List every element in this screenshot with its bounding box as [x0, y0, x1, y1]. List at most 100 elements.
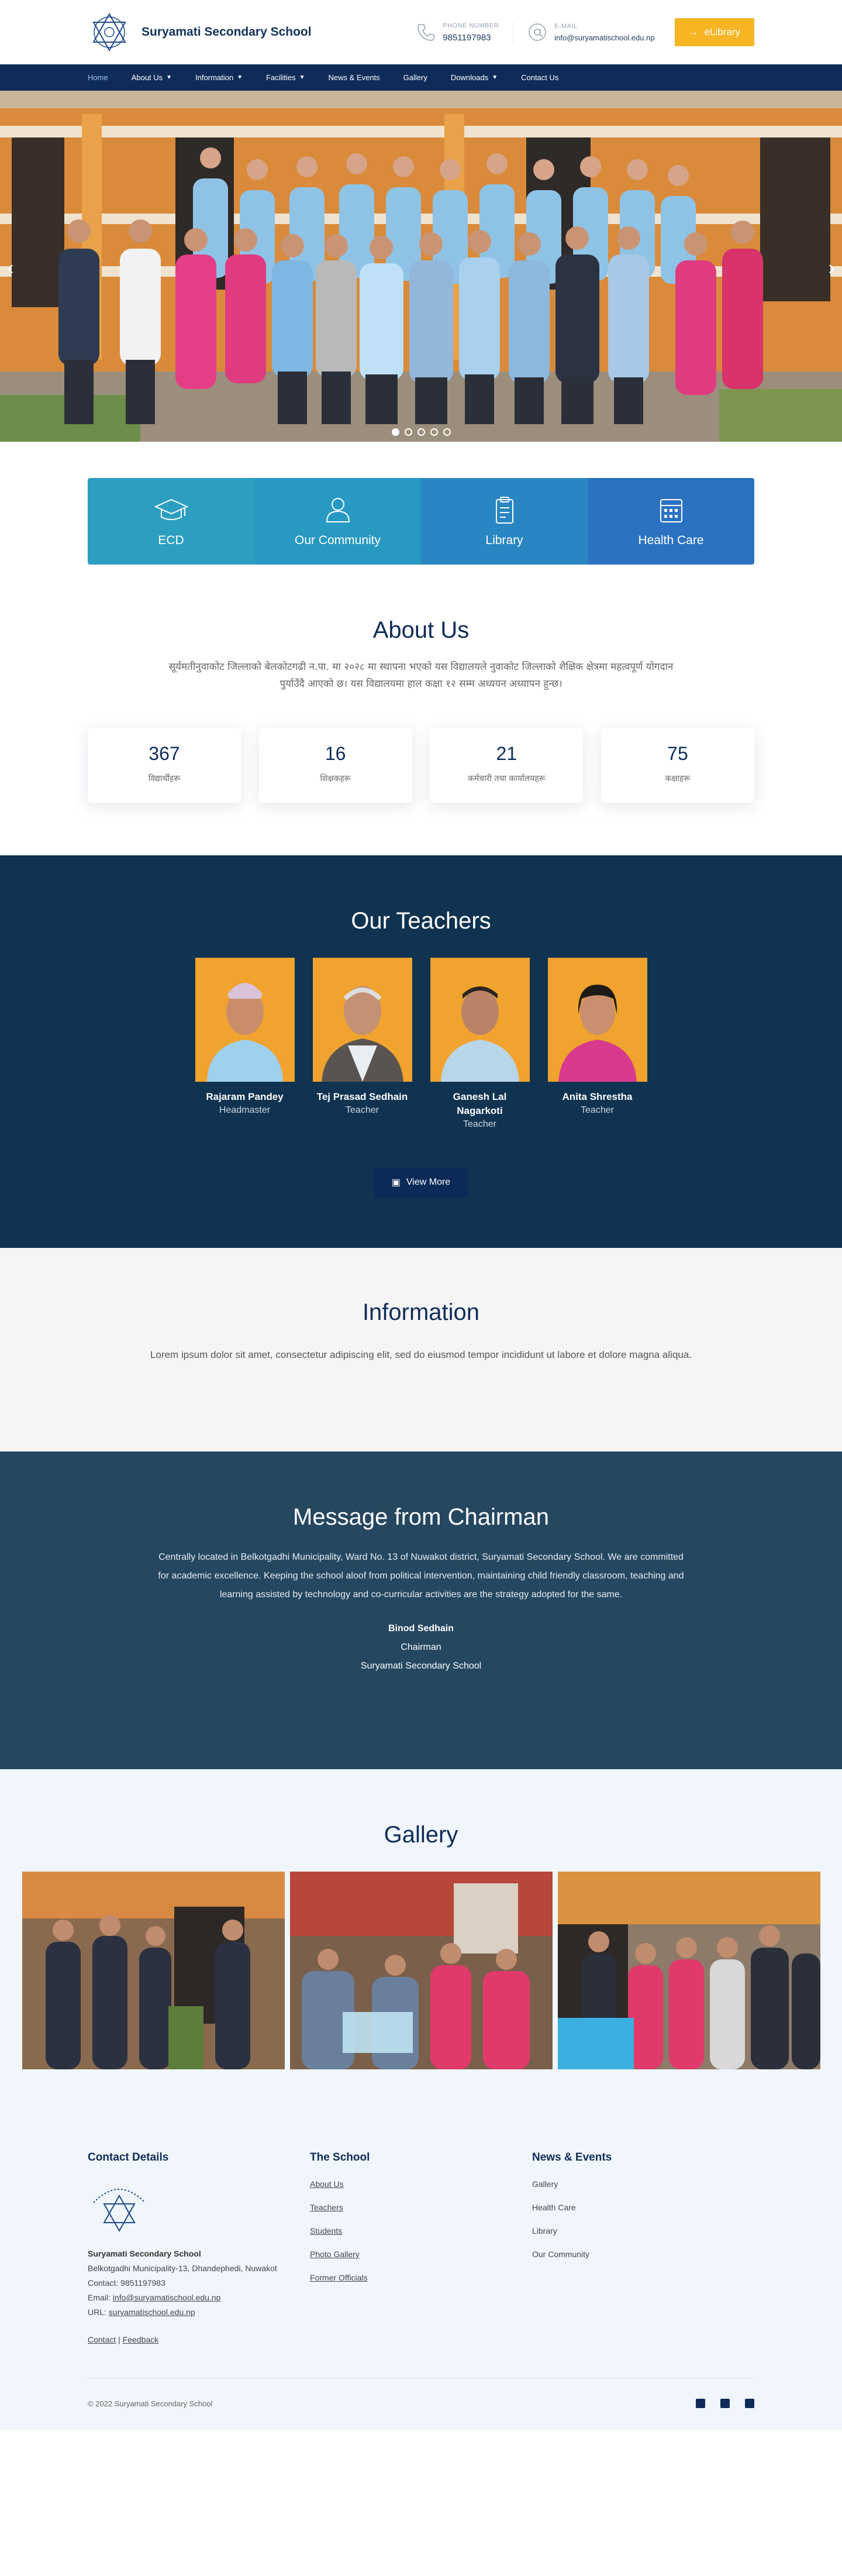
teacher-photo [195, 958, 295, 1082]
email-address[interactable]: info@suryamatischool.edu.np [554, 33, 654, 42]
stat-card: 16 शिक्षकहरू [258, 728, 412, 803]
stat-card: 21 कर्मचारी तथा कार्यालयहरू [430, 728, 584, 803]
phone-icon [417, 24, 435, 41]
nav-contact-us[interactable]: Contact Us [521, 73, 558, 82]
caret-down-icon: ▼ [299, 74, 305, 81]
nav-facilities[interactable]: Facilities ▼ [266, 73, 305, 82]
slider-dot[interactable] [404, 428, 412, 436]
nav-information[interactable]: Information ▼ [195, 73, 243, 82]
footer-news-title: News & Events [532, 2151, 612, 2164]
footer-contact-title: Contact Details [88, 2151, 169, 2164]
caret-down-icon: ▼ [237, 74, 243, 81]
nav-downloads[interactable]: Downloads ▼ [451, 73, 498, 82]
gallery-image[interactable] [557, 1872, 820, 2069]
slider-dot[interactable] [417, 428, 425, 436]
nav-about-us[interactable]: About Us ▼ [132, 73, 172, 82]
teacher-name: Ganesh Lal Nagarkoti [453, 1091, 507, 1116]
footer-url-link[interactable]: suryamatischool.edu.np [109, 2307, 195, 2317]
footer-feedback-link[interactable]: Feedback [123, 2335, 158, 2344]
teacher-card[interactable]: Rajaram Pandey Headmaster [195, 958, 295, 1130]
site-header: Suryamati Secondary School PHONE NUMBER … [0, 0, 842, 64]
chairman-org: Suryamati Secondary School [360, 1661, 482, 1671]
feature-health-care[interactable]: Health Care [588, 478, 754, 565]
main-nav: Home About Us ▼ Information ▼ Facilities ▼ … [0, 64, 842, 91]
slider-dot[interactable] [430, 428, 438, 436]
arrow-right-icon: → [688, 26, 699, 37]
footer-link-former-officials[interactable]: Former Officials [310, 2273, 532, 2282]
social-links [696, 2399, 754, 2408]
footer-quick-links: Contact | Feedback [88, 2335, 159, 2344]
footer-link-about-us[interactable]: About Us [310, 2179, 532, 2189]
footer-link-teachers[interactable]: Teachers [310, 2203, 532, 2212]
about-title: About Us [372, 617, 470, 643]
stat-label: कक्षाहरू [665, 774, 691, 783]
teacher-photo [430, 958, 530, 1082]
stat-value: 21 [496, 743, 517, 764]
clipboard-icon [495, 497, 513, 524]
elibrary-button[interactable]: → eLibrary [674, 18, 754, 46]
school-name: Suryamati Secondary School [142, 25, 312, 39]
footer-email: Email: info@suryamatischool.edu.np [88, 2293, 221, 2302]
slider-dot[interactable] [391, 428, 399, 436]
footer-contact-link[interactable]: Contact [88, 2335, 116, 2344]
teacher-role: Headmaster [219, 1105, 271, 1115]
chairman-message-section: Message from Chairman Centrally located … [0, 1452, 842, 1769]
feature-library[interactable]: Library [421, 478, 588, 565]
footer-contact-column: Contact Details Suryamati Secondary Scho… [88, 2151, 310, 2344]
view-more-button[interactable]: ▣ View More [374, 1167, 468, 1198]
teachers-title: Our Teachers [351, 908, 491, 934]
footer-school-name: Suryamati Secondary School [88, 2249, 201, 2258]
footer-email-link[interactable]: info@suryamatischool.edu.np [113, 2293, 221, 2302]
teacher-role: Teacher [581, 1105, 614, 1115]
phone-number[interactable]: 9851197983 [443, 33, 499, 43]
community-icon [326, 498, 350, 522]
feature-ecd[interactable]: ECD [88, 478, 254, 565]
feature-label: Our Community [294, 534, 381, 547]
about-section: About Us सूर्यमतीनुवाकोट जिल्लाको बेलकोट… [0, 565, 842, 855]
footer-school-title: The School [310, 2151, 370, 2164]
youtube-icon[interactable] [745, 2399, 754, 2408]
facebook-icon[interactable] [696, 2399, 705, 2408]
stat-value: 367 [149, 743, 180, 764]
nav-news-events[interactable]: News & Events [329, 73, 380, 82]
teacher-card[interactable]: Tej Prasad Sedhain Teacher [312, 958, 412, 1130]
footer-link-health-care[interactable]: Health Care [532, 2203, 754, 2212]
slider-dot[interactable] [443, 428, 451, 436]
stats-row: 367 विद्यार्थीहरू 16 शिक्षकहरू 21 कर्मचारी … [88, 728, 754, 803]
camera-icon: ▣ [391, 1178, 401, 1188]
nav-gallery[interactable]: Gallery [403, 73, 427, 82]
graduation-cap-icon [154, 498, 188, 520]
footer-link-gallery[interactable]: Gallery [532, 2179, 754, 2189]
gallery-section: Gallery [0, 1769, 842, 2069]
view-more-label: View More [406, 1177, 451, 1187]
footer-link-students[interactable]: Students [310, 2226, 532, 2235]
slider-next-icon[interactable]: › [829, 257, 835, 280]
chairman-title: Message from Chairman [293, 1504, 549, 1530]
footer-school-column: The School About Us Teachers Students Ph… [310, 2151, 532, 2344]
site-logo[interactable]: Suryamati Secondary School [88, 11, 312, 54]
feature-community[interactable]: Our Community [254, 478, 421, 565]
stat-card: 367 विद्यार्थीहरू [88, 728, 241, 803]
stat-value: 75 [667, 743, 688, 764]
gallery-image[interactable] [22, 1872, 285, 2069]
footer-link-library[interactable]: Library [532, 2226, 754, 2235]
twitter-icon[interactable] [720, 2399, 730, 2408]
footer-link-our-community[interactable]: Our Community [532, 2250, 754, 2259]
slider-prev-icon[interactable]: ‹ [7, 257, 13, 280]
teacher-name: Rajaram Pandey [206, 1091, 284, 1102]
teacher-card[interactable]: Ganesh Lal Nagarkoti Teacher [430, 958, 530, 1130]
teacher-photo [312, 958, 412, 1082]
footer-link-photo-gallery[interactable]: Photo Gallery [310, 2250, 532, 2259]
hero-group-photo [0, 91, 842, 442]
footer-phone: Contact: 9851197983 [88, 2278, 165, 2288]
slider-dots [0, 428, 842, 436]
phone-label: PHONE NUMBER [443, 22, 499, 29]
footer-url: URL: suryamatischool.edu.np [88, 2307, 195, 2317]
teacher-card[interactable]: Anita Shrestha Teacher [547, 958, 647, 1130]
teachers-section: Our Teachers Rajaram Pandey Headmaster T… [0, 855, 842, 1248]
footer-logo-icon [93, 2189, 146, 2233]
elibrary-label: eLibrary [704, 26, 740, 37]
stat-value: 16 [325, 743, 346, 764]
nav-home[interactable]: Home [88, 73, 108, 82]
gallery-image[interactable] [289, 1872, 553, 2069]
